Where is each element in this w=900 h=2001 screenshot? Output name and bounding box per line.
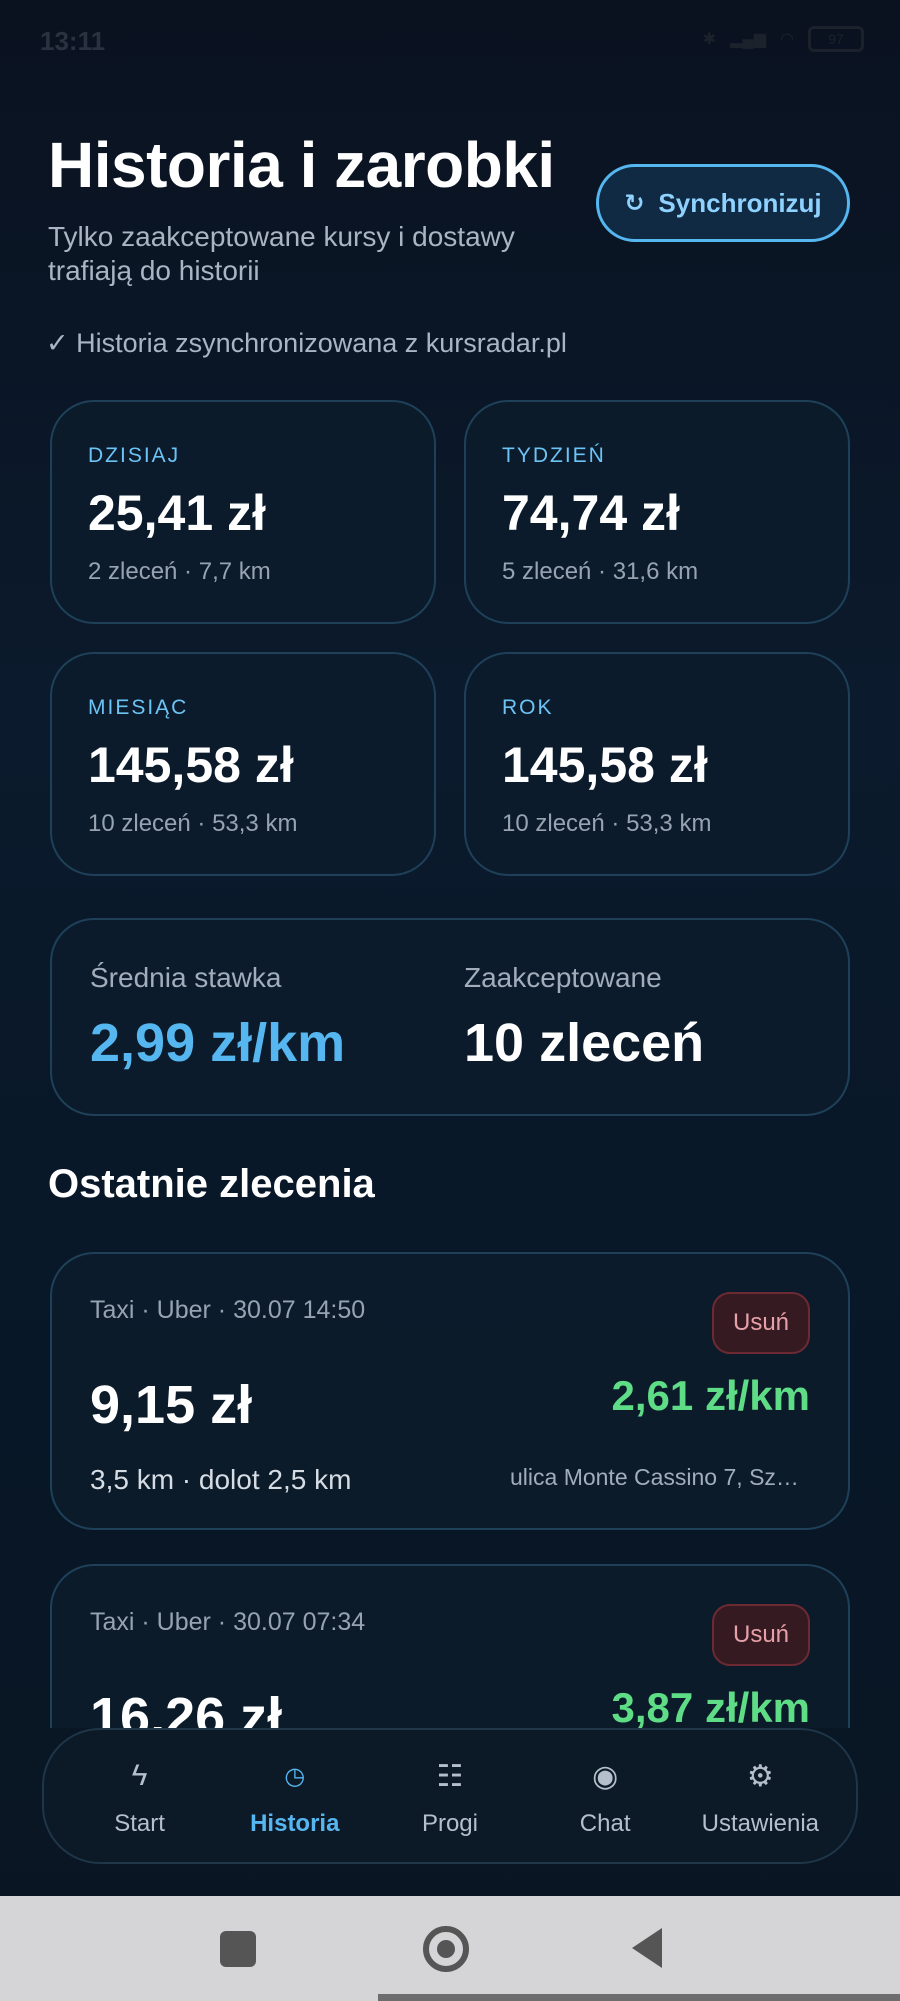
page-title: Historia i zarobki <box>48 129 555 201</box>
nav-item-historia[interactable]: ◷ Historia <box>220 1754 370 1838</box>
accepted-value: 10 zleceń <box>464 1013 705 1073</box>
nav-item-progi[interactable]: ☷ Progi <box>375 1754 525 1838</box>
accepted-label: Zaakceptowane <box>464 962 662 993</box>
status-bar: 13:11 ✱ ▂▄▆ ◠ 97 <box>0 0 900 80</box>
clock-icon: ◷ <box>284 1762 306 1790</box>
order-meta: Taxi · Uber · 30.07 07:34 <box>90 1608 366 1636</box>
nav-label: Progi <box>421 1810 478 1837</box>
accepted-count: Zaakceptowane 10 zleceń <box>464 962 704 1074</box>
back-button[interactable] <box>632 1928 662 1968</box>
order-meta: Taxi · Uber · 30.07 14:50 <box>90 1296 366 1324</box>
sync-button[interactable]: ↻ Synchronizuj <box>596 164 850 242</box>
nav-label: Start <box>114 1810 165 1837</box>
bluetooth-icon: ✱ <box>702 31 717 48</box>
refresh-icon: ↻ <box>624 189 645 217</box>
sync-status: ✓ Historia zsynchronizowana z kursradar.… <box>46 328 567 358</box>
order-price: 9,15 zł <box>90 1375 253 1435</box>
order-address: ulica Monte Cassino 7, Szczecin <box>510 1464 810 1490</box>
stat-value: 25,41 zł <box>88 485 266 541</box>
order-rate: 2,61 zł/km <box>611 1372 810 1419</box>
average-rate-value: 2,99 zł/km <box>90 1013 346 1073</box>
order-card[interactable]: Taxi · Uber · 30.07 14:50 Usuń 9,15 zł 2… <box>50 1252 850 1530</box>
gear-icon: ⚙ <box>746 1759 774 1793</box>
stat-label: TYDZIEŃ <box>502 444 606 467</box>
stat-meta: 5 zleceń · 31,6 km <box>502 558 699 585</box>
average-rate-label: Średnia stawka <box>90 962 282 993</box>
bottom-nav: ϟ Start ◷ Historia ☷ Progi ◉ Chat ⚙ Usta… <box>42 1728 858 1864</box>
recents-button[interactable] <box>220 1931 256 1967</box>
stat-label: DZISIAJ <box>88 444 181 467</box>
stat-value: 145,58 zł <box>502 737 708 793</box>
nav-label: Chat <box>579 1810 631 1837</box>
stat-card-week: TYDZIEŃ 74,74 zł 5 zleceń · 31,6 km <box>464 400 850 624</box>
nav-item-chat[interactable]: ◉ Chat <box>530 1754 680 1838</box>
recent-orders-list[interactable]: Taxi · Uber · 30.07 14:50 Usuń 9,15 zł 2… <box>0 1250 900 1728</box>
nav-label: Ustawienia <box>701 1810 820 1837</box>
page-header: Historia i zarobki Tylko zaakceptowane k… <box>48 128 568 288</box>
battery-icon: 97 <box>808 26 864 52</box>
stat-card-year: ROK 145,58 zł 10 zleceń · 53,3 km <box>464 652 850 876</box>
order-card[interactable]: Taxi · Uber · 30.07 07:34 Usuń 16,26 zł … <box>50 1564 850 1728</box>
chat-dot-icon: ◉ <box>592 1759 619 1793</box>
order-distance: 3,5 km · dolot 2,5 km <box>90 1464 352 1495</box>
stat-card-month: MIESIĄC 145,58 zł 10 zleceń · 53,3 km <box>50 652 436 876</box>
system-nav-bar <box>0 1896 900 2001</box>
signal-icon: ▂▄▆ <box>730 31 767 48</box>
nav-label: Historia <box>250 1810 340 1837</box>
bolt-icon: ϟ <box>131 1759 148 1792</box>
status-time: 13:11 <box>40 26 106 56</box>
delete-button[interactable]: Usuń <box>712 1292 810 1354</box>
stat-card-today: DZISIAJ 25,41 zł 2 zleceń · 7,7 km <box>50 400 436 624</box>
stat-meta: 10 zleceń · 53,3 km <box>502 810 712 837</box>
home-indicator <box>378 1994 900 2001</box>
home-button[interactable] <box>423 1926 469 1972</box>
stat-meta: 2 zleceń · 7,7 km <box>88 558 271 585</box>
recent-orders-title: Ostatnie zlecenia <box>48 1162 375 1206</box>
list-icon: ☷ <box>436 1759 464 1793</box>
wifi-icon: ◠ <box>780 31 794 48</box>
order-price: 16,26 zł <box>90 1687 283 1728</box>
delete-button[interactable]: Usuń <box>712 1604 810 1666</box>
stat-value: 145,58 zł <box>88 737 294 793</box>
stat-value: 74,74 zł <box>502 485 680 541</box>
summary-card: Średnia stawka 2,99 zł/km Zaakceptowane … <box>50 918 850 1116</box>
sync-button-label: Synchronizuj <box>658 187 822 218</box>
stat-label: ROK <box>502 696 554 719</box>
stat-label: MIESIĄC <box>88 696 189 719</box>
order-rate: 3,87 zł/km <box>611 1684 810 1728</box>
nav-item-start[interactable]: ϟ Start <box>65 1754 215 1838</box>
nav-item-ustawienia[interactable]: ⚙ Ustawienia <box>685 1754 835 1838</box>
status-icons: ✱ ▂▄▆ ◠ 97 <box>703 26 864 52</box>
average-rate: Średnia stawka 2,99 zł/km <box>90 962 345 1074</box>
page-subtitle: Tylko zaakceptowane kursy i dostawy traf… <box>48 221 515 286</box>
stat-meta: 10 zleceń · 53,3 km <box>88 810 298 837</box>
